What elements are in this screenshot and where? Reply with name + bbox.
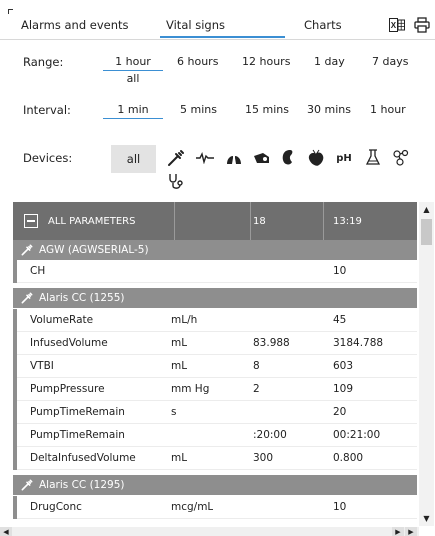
param-unit: mL	[171, 337, 188, 349]
param-value-2: 603	[333, 360, 354, 372]
range-option-12-hours[interactable]: 12 hours	[242, 55, 290, 68]
param-name: VTBI	[30, 360, 54, 372]
param-value-2: 3184.788	[333, 337, 384, 349]
scroll-down-icon[interactable]: ▼	[419, 511, 434, 526]
ph-icon[interactable]: pH	[334, 148, 354, 168]
stethoscope-icon[interactable]	[166, 172, 186, 192]
tab-vital-signs[interactable]: Vital signs	[166, 18, 225, 32]
table-row[interactable]: PumpPressure mm Hg 2 109	[13, 378, 417, 401]
param-name: DrugConc	[30, 501, 82, 513]
vertical-scrollbar[interactable]: ▲ ▼	[419, 202, 434, 526]
grid-header: ALL PARAMETERS 18 13:19	[13, 202, 417, 240]
param-name: DeltaInfusedVolume	[30, 452, 136, 464]
param-unit: s	[171, 406, 177, 418]
collapse-all-button[interactable]	[24, 214, 38, 228]
table-row[interactable]: VolumeRate mL/h 45	[13, 309, 417, 332]
flask-icon[interactable]	[363, 148, 383, 168]
tab-charts[interactable]: Charts	[304, 18, 342, 32]
param-value-2: 45	[333, 314, 347, 326]
table-row[interactable]: DrugConc mcg/mL 10	[13, 496, 417, 519]
syringe-icon	[21, 479, 33, 491]
device-group-name: Alaris CC (1255)	[39, 292, 125, 304]
heart-icon[interactable]	[306, 148, 326, 168]
device-group-name: Alaris CC (1295)	[39, 479, 125, 491]
param-unit: mL	[171, 452, 188, 464]
table-row[interactable]: DeltaInfusedVolume mL 300 0.800	[13, 447, 417, 470]
scroll-right-icon[interactable]: ▶	[392, 527, 404, 536]
table-row[interactable]: InfusedVolume mL 83.988 3184.788	[13, 332, 417, 355]
scroll-up-icon[interactable]: ▲	[419, 202, 434, 217]
param-name: PumpTimeRemain	[30, 406, 125, 418]
param-name: InfusedVolume	[30, 337, 108, 349]
interval-option-30-mins[interactable]: 30 mins	[307, 103, 351, 116]
param-value-2: 10	[333, 501, 347, 513]
interval-label: Interval:	[23, 103, 71, 117]
range-option-all[interactable]: all	[103, 72, 163, 85]
kidney-icon[interactable]	[279, 148, 299, 168]
horizontal-scrollbar[interactable]: ◀ ▶ ▶	[0, 527, 419, 536]
time-column-2: 13:19	[333, 215, 362, 227]
table-row[interactable]: PumpTimeRemain s 20	[13, 401, 417, 424]
time-column-1: 18	[253, 215, 266, 227]
syringe-icon	[21, 244, 33, 256]
table-row[interactable]: PumpTimeRemain :20:00 00:21:00	[13, 424, 417, 447]
interval-option-1-min[interactable]: 1 min	[103, 103, 163, 119]
device-group-header[interactable]: Alaris CC (1255)	[13, 288, 417, 308]
all-parameters-label: ALL PARAMETERS	[48, 215, 136, 227]
param-name: PumpTimeRemain	[30, 429, 125, 441]
param-name: CH	[30, 265, 46, 277]
scroll-right-end-icon[interactable]: ▶	[405, 527, 417, 536]
param-value-1: 83.988	[253, 337, 290, 349]
range-label: Range:	[23, 55, 64, 69]
interval-option-5-mins[interactable]: 5 mins	[180, 103, 217, 116]
interval-option-1-hour[interactable]: 1 hour	[370, 103, 406, 116]
param-unit: mcg/mL	[171, 501, 214, 513]
range-option-6-hours[interactable]: 6 hours	[177, 55, 218, 68]
device-group-header[interactable]: Alaris CC (1295)	[13, 475, 417, 495]
svg-text:X: X	[391, 21, 397, 30]
param-name: VolumeRate	[30, 314, 94, 326]
vertical-scroll-thumb[interactable]	[421, 219, 432, 245]
table-row[interactable]: CH 10	[13, 260, 417, 283]
excel-export-icon[interactable]: X	[388, 16, 406, 34]
param-unit: mL/h	[171, 314, 198, 326]
param-value-1: 300	[253, 452, 274, 464]
table-row[interactable]: VTBI mL 8 603	[13, 355, 417, 378]
param-value-2: 00:21:00	[333, 429, 381, 441]
param-value-1: 8	[253, 360, 260, 372]
param-name: PumpPressure	[30, 383, 105, 395]
range-option-1-day[interactable]: 1 day	[314, 55, 345, 68]
param-value-2: 10	[333, 265, 347, 277]
corner-mark	[8, 9, 13, 14]
param-value-2: 0.800	[333, 452, 364, 464]
param-unit: mL	[171, 360, 188, 372]
param-value-2: 109	[333, 383, 354, 395]
range-option-1-hour[interactable]: 1 hour	[103, 55, 163, 71]
param-value-1: :20:00	[253, 429, 287, 441]
param-value-2: 20	[333, 406, 347, 418]
print-icon[interactable]	[413, 16, 431, 34]
tab-bar: Alarms and events Vital signs Charts X	[0, 0, 435, 40]
tab-alarms-and-events[interactable]: Alarms and events	[21, 18, 129, 32]
range-option-7-days[interactable]: 7 days	[372, 55, 408, 68]
parameters-grid: ALL PARAMETERS 18 13:19 AGW (AGWSERIAL-5…	[13, 202, 417, 526]
infusion-pump-icon[interactable]	[252, 148, 272, 168]
active-tab-indicator	[160, 36, 285, 38]
interval-option-15-mins[interactable]: 15 mins	[245, 103, 289, 116]
param-unit: mm Hg	[171, 383, 210, 395]
lungs-icon[interactable]	[224, 148, 244, 168]
syringe-icon[interactable]	[166, 148, 186, 168]
device-group-header[interactable]: AGW (AGWSERIAL-5)	[13, 240, 417, 260]
device-group-name: AGW (AGWSERIAL-5)	[39, 244, 149, 256]
scroll-left-icon[interactable]: ◀	[0, 527, 12, 536]
syringe-icon	[21, 292, 33, 304]
ecg-wave-icon[interactable]	[195, 148, 215, 168]
molecule-icon[interactable]	[391, 148, 411, 168]
devices-all-button[interactable]: all	[111, 145, 156, 173]
devices-label: Devices:	[23, 151, 73, 165]
param-value-1: 2	[253, 383, 260, 395]
